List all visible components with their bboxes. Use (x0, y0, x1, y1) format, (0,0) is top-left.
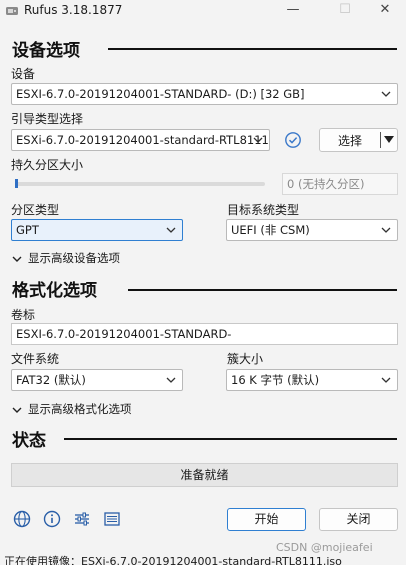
status-bar-text: 正在使用镜像：ESXi-6.7.0-20191204001-standard-R… (4, 555, 342, 565)
info-icon[interactable] (43, 510, 61, 528)
verify-checksum-icon[interactable] (284, 131, 302, 149)
target-system-value: UEFI (非 CSM) (231, 223, 310, 237)
chevron-down-icon (12, 407, 22, 413)
advanced-drive-toggle[interactable]: 显示高级设备选项 (12, 250, 120, 266)
persistent-size-label: 持久分区大小 (11, 158, 84, 172)
volume-label-value: ESXI-6.7.0-20191204001-STANDARD- (16, 327, 232, 341)
drive-properties-header: 设备选项 (12, 41, 80, 61)
section-divider (108, 48, 397, 50)
device-label: 设备 (11, 67, 36, 81)
chevron-down-icon (381, 227, 391, 233)
persistent-size-slider[interactable] (15, 182, 265, 186)
settings-sliders-icon[interactable] (73, 510, 91, 528)
advanced-format-toggle[interactable]: 显示高级格式化选项 (12, 401, 132, 417)
target-system-dropdown[interactable]: UEFI (非 CSM) (226, 219, 398, 241)
cluster-size-dropdown[interactable]: 16 K 字节 (默认) (226, 369, 398, 391)
partition-scheme-value: GPT (16, 223, 39, 237)
minimize-button[interactable]: — (270, 0, 316, 22)
file-system-value: FAT32 (默认) (16, 373, 86, 387)
select-button-label: 选择 (337, 134, 362, 148)
device-dropdown[interactable]: ESXI-6.7.0-20191204001-STANDARD- (D:) [3… (11, 83, 398, 105)
close-button[interactable]: 关闭 (319, 508, 398, 531)
globe-icon[interactable] (13, 510, 31, 528)
close-button-label: 关闭 (346, 512, 371, 526)
section-divider (64, 438, 397, 440)
status-text: 准备就绪 (180, 468, 229, 482)
boot-selection-dropdown[interactable]: ESXi-6.7.0-20191204001-standard-RTL8111.… (11, 129, 270, 151)
persistent-size-field[interactable]: 0 (无持久分区) (282, 173, 398, 195)
split-divider (380, 132, 381, 148)
format-options-header: 格式化选项 (12, 281, 97, 301)
select-image-button[interactable]: 选择 (319, 128, 398, 152)
window-title: Rufus 3.18.1877 (24, 3, 123, 17)
volume-label-label: 卷标 (11, 308, 36, 322)
chevron-down-icon (253, 137, 263, 143)
slider-thumb[interactable] (15, 179, 18, 188)
status-header: 状态 (12, 431, 46, 451)
rufus-app-icon (6, 7, 18, 15)
cluster-size-value: 16 K 字节 (默认) (231, 373, 320, 387)
advanced-drive-label: 显示高级设备选项 (28, 251, 120, 265)
cluster-size-label: 簇大小 (227, 352, 264, 366)
file-system-dropdown[interactable]: FAT32 (默认) (11, 369, 183, 391)
chevron-down-icon (381, 91, 391, 97)
partition-scheme-dropdown[interactable]: GPT (11, 219, 183, 241)
close-window-button[interactable]: ✕ (362, 0, 406, 22)
partition-scheme-label: 分区类型 (11, 203, 60, 217)
status-bar: 正在使用镜像：ESXi-6.7.0-20191204001-standard-R… (0, 552, 406, 565)
status-progress-bar: 准备就绪 (11, 463, 398, 487)
boot-selection-value: ESXi-6.7.0-20191204001-standard-RTL8111.… (16, 133, 270, 147)
log-icon[interactable] (103, 510, 121, 528)
start-button-label: 开始 (254, 512, 279, 526)
chevron-down-icon (12, 256, 22, 262)
title-bar: Rufus 3.18.1877 — ☐ ✕ (0, 0, 406, 22)
caret-down-icon[interactable] (384, 136, 394, 144)
chevron-down-icon (166, 377, 176, 383)
section-divider (128, 289, 397, 291)
device-value: ESXI-6.7.0-20191204001-STANDARD- (D:) [3… (16, 87, 305, 101)
target-system-label: 目标系统类型 (227, 203, 300, 217)
file-system-label: 文件系统 (11, 352, 60, 366)
persistent-size-value: 0 (无持久分区) (287, 177, 365, 191)
volume-label-field[interactable]: ESXI-6.7.0-20191204001-STANDARD- (11, 323, 398, 345)
chevron-down-icon (381, 377, 391, 383)
start-button[interactable]: 开始 (227, 508, 306, 531)
advanced-format-label: 显示高级格式化选项 (28, 402, 132, 416)
chevron-down-icon (166, 227, 176, 233)
boot-selection-label: 引导类型选择 (11, 112, 84, 126)
